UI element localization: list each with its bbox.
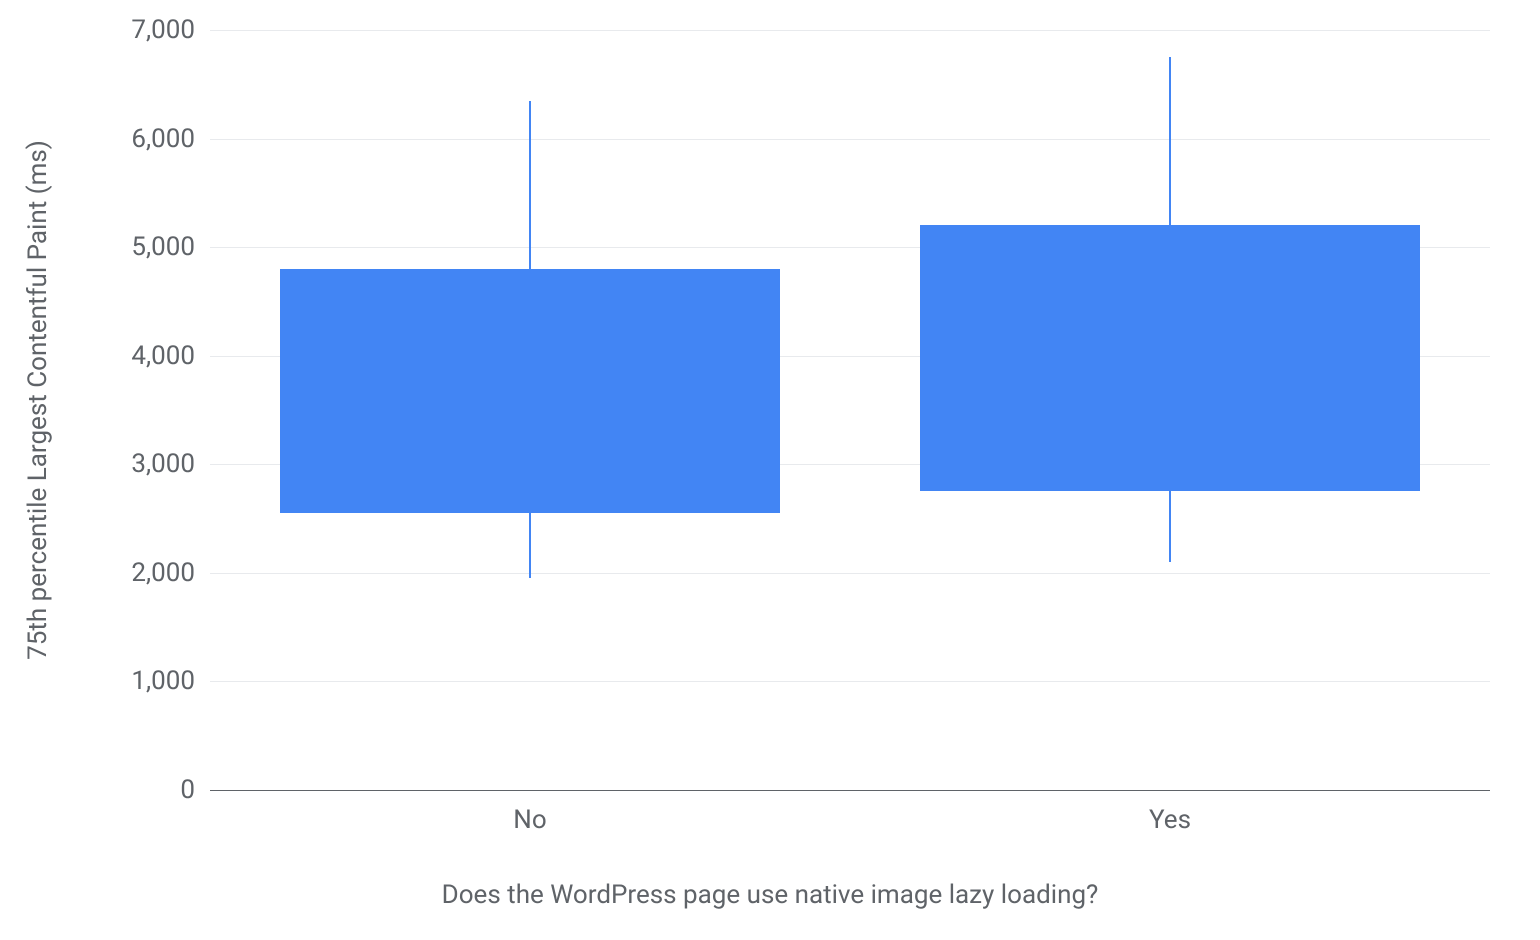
gridline (210, 573, 1490, 574)
x-axis-title: Does the WordPress page use native image… (0, 880, 1540, 910)
boxplot-chart: 75th percentile Largest Contentful Paint… (0, 0, 1540, 940)
box (280, 269, 779, 513)
y-tick-label: 6,000 (115, 124, 195, 154)
box (920, 225, 1419, 491)
y-tick-label: 1,000 (115, 666, 195, 696)
x-tick-label: No (513, 805, 546, 835)
y-tick-label: 5,000 (115, 232, 195, 262)
gridline (210, 30, 1490, 31)
y-tick-label: 0 (115, 775, 195, 805)
y-tick-label: 2,000 (115, 558, 195, 588)
y-tick-label: 4,000 (115, 341, 195, 371)
gridline (210, 139, 1490, 140)
y-tick-label: 7,000 (115, 15, 195, 45)
y-tick-label: 3,000 (115, 449, 195, 479)
x-tick-label: Yes (1149, 805, 1191, 835)
x-axis-line (210, 790, 1490, 791)
y-axis-title: 75th percentile Largest Contentful Paint… (23, 140, 53, 660)
plot-area (210, 30, 1490, 790)
gridline (210, 681, 1490, 682)
